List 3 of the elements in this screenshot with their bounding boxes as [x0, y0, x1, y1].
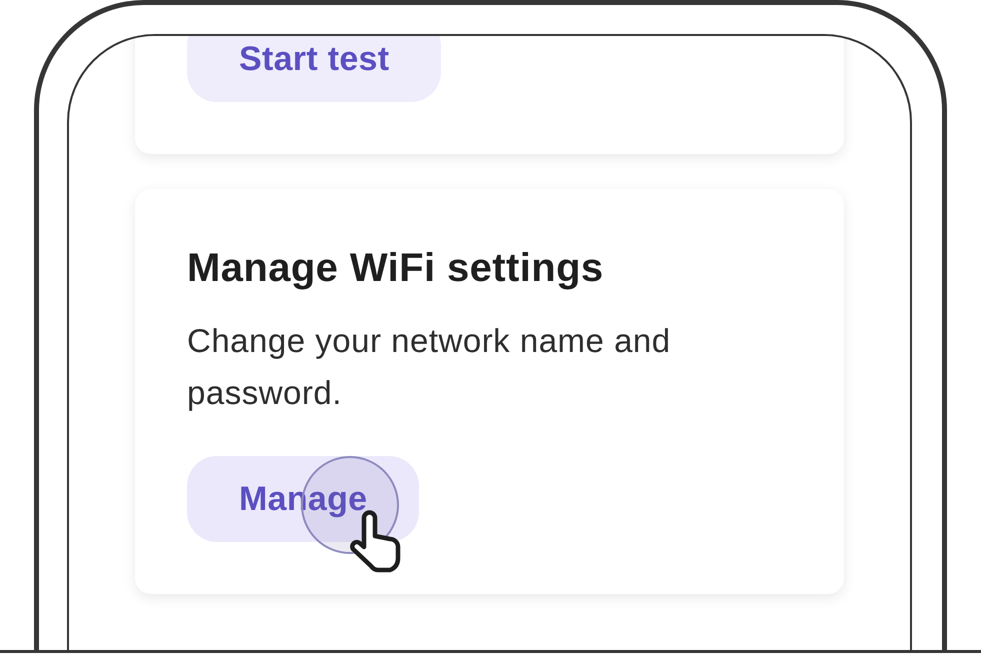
card-title: Manage WiFi settings — [187, 245, 605, 292]
card-description: Change your network name and password. — [187, 321, 672, 413]
card-button[interactable]: Start test — [187, 36, 442, 102]
